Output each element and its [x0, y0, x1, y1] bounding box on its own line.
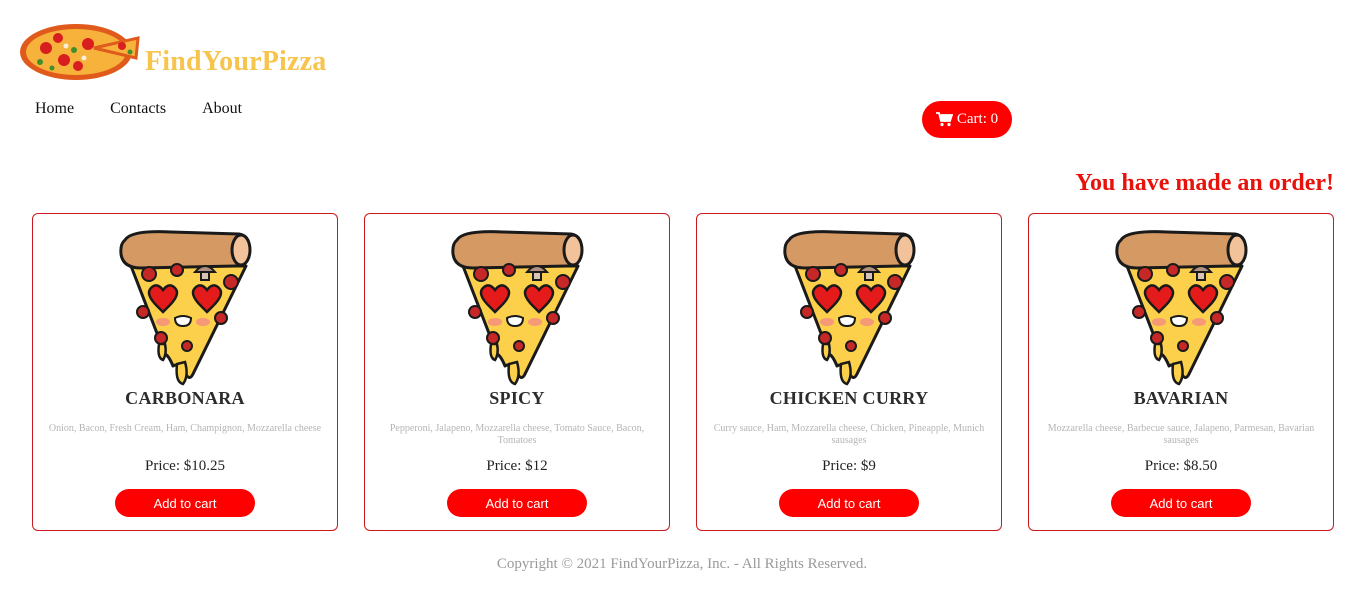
pizza-logo-icon: [20, 24, 140, 80]
pizza-slice-image: [111, 226, 261, 388]
main-nav: Home Contacts About: [35, 100, 242, 118]
product-ingredients: Pepperoni, Jalapeno, Mozzarella cheese, …: [389, 423, 645, 446]
order-confirmation: You have made an order!: [1075, 170, 1334, 196]
product-name: BAVARIAN: [1133, 388, 1229, 408]
product-ingredients: Curry sauce, Ham, Mozzarella cheese, Chi…: [713, 423, 985, 446]
pizza-slice-image: [443, 226, 593, 388]
product-card-carbonara: CARBONARA Onion, Bacon, Fresh Cream, Ham…: [32, 213, 338, 531]
product-price: Price: $9: [822, 458, 876, 474]
product-ingredients: Onion, Bacon, Fresh Cream, Ham, Champign…: [48, 423, 322, 434]
add-to-cart-button[interactable]: Add to cart: [447, 489, 587, 517]
product-name: CARBONARA: [125, 388, 245, 408]
product-name: CHICKEN CURRY: [769, 388, 929, 408]
product-card-chicken-curry: CHICKEN CURRY Curry sauce, Ham, Mozzarel…: [696, 213, 1002, 531]
cart-label: Cart: 0: [956, 111, 999, 127]
product-card-spicy: SPICY Pepperoni, Jalapeno, Mozzarella ch…: [364, 213, 670, 531]
product-price: Price: $10.25: [145, 458, 225, 474]
footer-copyright: Copyright © 2021 FindYourPizza, Inc. - A…: [496, 556, 868, 572]
product-list: CARBONARA Onion, Bacon, Fresh Cream, Ham…: [32, 213, 1334, 531]
brand-name: FindYourPizza: [145, 46, 327, 77]
cart-button[interactable]: Cart: 0: [922, 101, 1012, 138]
cart-icon: [935, 112, 953, 127]
add-to-cart-button[interactable]: Add to cart: [779, 489, 919, 517]
brand-logo[interactable]: FindYourPizza: [18, 18, 348, 82]
nav-about[interactable]: About: [202, 100, 242, 118]
product-name: SPICY: [489, 388, 545, 408]
pizza-slice-image: [775, 226, 925, 388]
product-card-bavarian: BAVARIAN Mozzarella cheese, Barbecue sau…: [1028, 213, 1334, 531]
add-to-cart-button[interactable]: Add to cart: [1111, 489, 1251, 517]
pizza-slice-image: [1107, 226, 1257, 388]
product-ingredients: Mozzarella cheese, Barbecue sauce, Jalap…: [1047, 423, 1315, 446]
product-price: Price: $8.50: [1144, 458, 1218, 474]
add-to-cart-button[interactable]: Add to cart: [115, 489, 255, 517]
product-price: Price: $12: [486, 458, 548, 474]
nav-contacts[interactable]: Contacts: [110, 100, 166, 118]
nav-home[interactable]: Home: [35, 100, 74, 118]
